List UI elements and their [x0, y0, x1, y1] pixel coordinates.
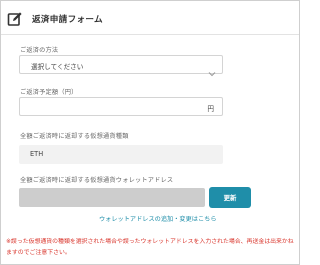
form-title: 返済申請フォーム [32, 15, 103, 25]
wallet-address-field [19, 188, 205, 207]
repayment-amount-input[interactable]: 円 [19, 97, 223, 116]
return-currency-display: ETH [19, 145, 223, 164]
wallet-address-change-link[interactable]: ウォレットアドレスの追加・変更はこちら [99, 214, 217, 223]
repayment-amount-label: ご返済予定額（円） [20, 89, 78, 96]
chevron-down-icon [208, 62, 216, 77]
header-divider [1, 34, 299, 35]
yen-unit-label: 円 [207, 105, 214, 113]
wallet-address-label: 全額ご返済時に返却する仮想通貨ウォレットアドレス [20, 177, 174, 184]
repayment-method-select[interactable]: 選択してください [19, 55, 223, 77]
edit-form-icon [7, 11, 23, 27]
update-button[interactable]: 更新 [209, 187, 251, 208]
repayment-form-card: 返済申請フォーム ご返済の方法 選択してください ご返済予定額（円） 円 全額ご… [0, 0, 300, 265]
return-currency-value: ETH [30, 150, 44, 158]
warning-notice: ※誤った仮想通貨の種類を選択された場合や誤ったウォレットアドレスを入力された場合… [6, 239, 294, 256]
repayment-method-label: ご返済の方法 [20, 47, 59, 54]
return-currency-label: 全額ご返済時に返却する仮想通貨種類 [20, 133, 129, 140]
repayment-method-selected-value: 選択してください [31, 63, 84, 71]
form-header: 返済申請フォーム [7, 9, 103, 29]
